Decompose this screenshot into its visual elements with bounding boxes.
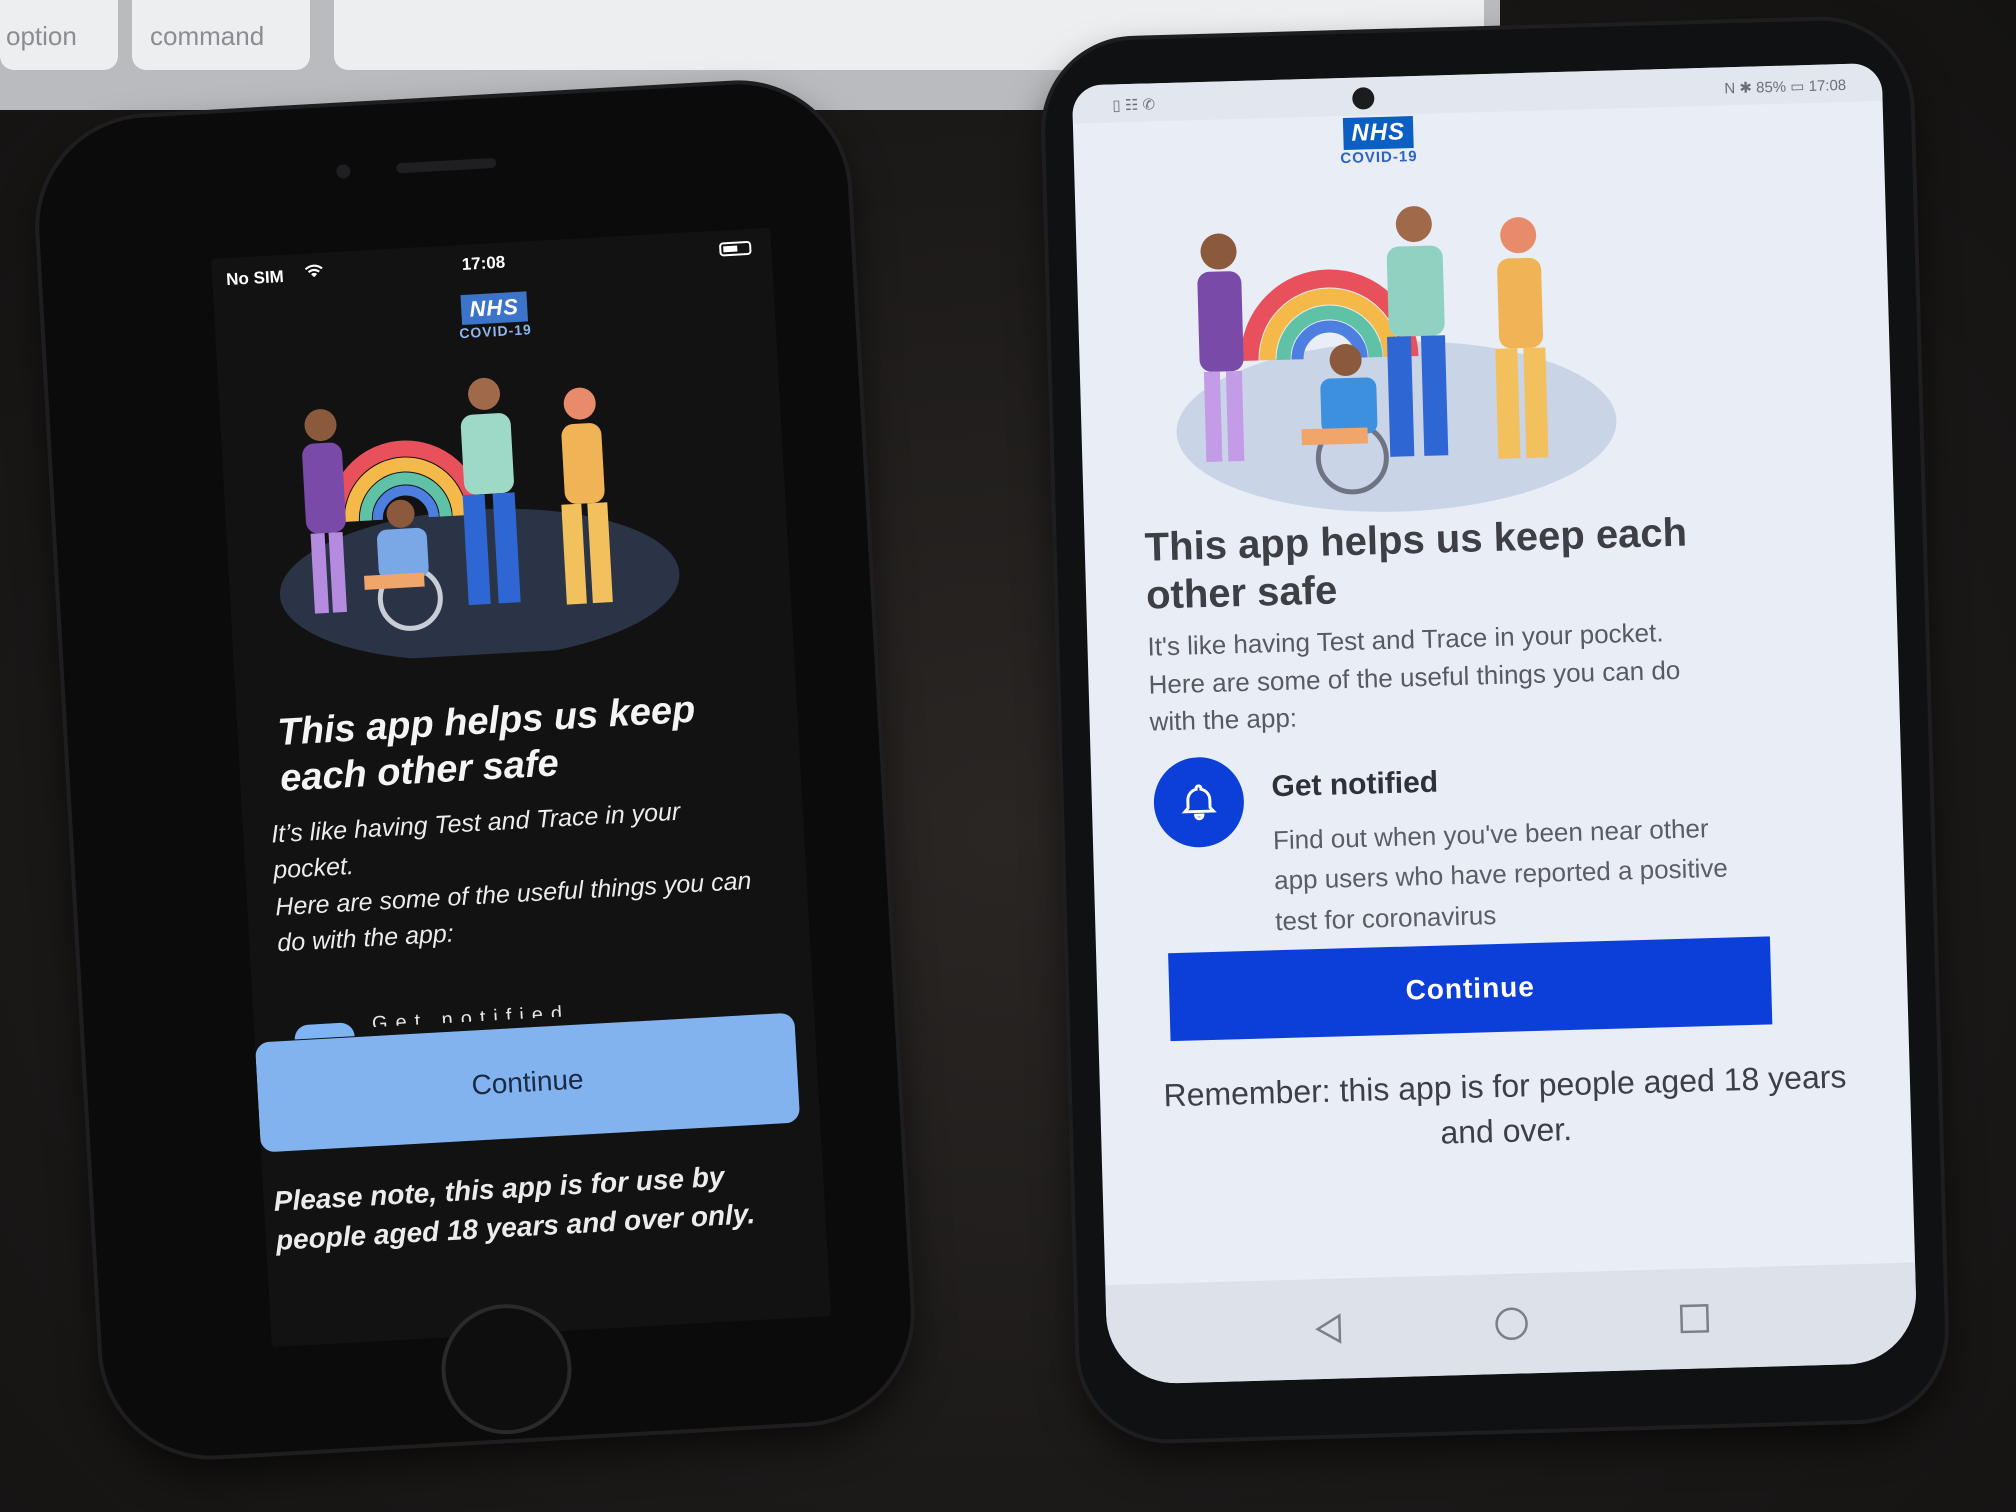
intro-text: It’s like having Test and Trace in your … (270, 790, 757, 962)
age-notice: Please note, this app is for use by peop… (272, 1160, 756, 1257)
android-device: ▯ ☷ ✆ N ✱ 85% ▭ 17:08 NHS COVID-19 This … (1042, 18, 1948, 1442)
nhs-covid-logo: NHS COVID-19 (1313, 115, 1444, 168)
home-circle-icon[interactable] (1491, 1303, 1532, 1344)
page-title: This app helps us keep each other safe (276, 688, 697, 800)
people-rainbow-illustration (1176, 206, 1617, 512)
android-screen: ▯ ☷ ✆ N ✱ 85% ▭ 17:08 NHS COVID-19 This … (1071, 62, 1918, 1386)
feature-description: Find out when you've been near other app… (1272, 813, 1729, 936)
punch-hole-camera (1352, 87, 1375, 110)
option-key: option (0, 0, 118, 70)
intro-text: It's like having Test and Trace in your … (1147, 617, 1681, 738)
recents-square-icon[interactable] (1674, 1298, 1715, 1339)
status-right-text: N ✱ 85% ▭ 17:08 (1724, 76, 1847, 98)
feature-title: Get notified (1271, 765, 1439, 804)
covid-19-label: COVID-19 (1340, 147, 1418, 168)
command-key: command (132, 0, 310, 70)
nhs-covid-logo: NHS COVID-19 (443, 290, 545, 342)
status-bar: No SIM 17:08 (211, 228, 772, 299)
feature-title-peek: Get notified (371, 1002, 571, 1028)
age-notice: Remember: this app is for people aged 18… (1163, 1058, 1847, 1151)
back-icon[interactable] (1308, 1308, 1349, 1349)
battery-icon (718, 240, 752, 257)
people-rainbow-illustration (279, 377, 680, 661)
covid-19-label: COVID-19 (458, 321, 533, 342)
status-left-icons: ▯ ☷ ✆ (1112, 96, 1156, 115)
front-camera (336, 164, 351, 179)
continue-button[interactable]: Continue (1168, 936, 1773, 1042)
status-bar: ▯ ☷ ✆ N ✱ 85% ▭ 17:08 (1071, 62, 1883, 124)
system-navigation-bar (1105, 1262, 1918, 1386)
carrier-label: No SIM (225, 266, 285, 290)
status-clock: 17:08 (461, 252, 506, 274)
bell-icon (1152, 756, 1246, 849)
wifi-icon (303, 263, 324, 285)
nhs-badge: NHS (1343, 116, 1414, 150)
page-title: This app helps us keep each other safe (1144, 510, 1688, 618)
earpiece (396, 157, 497, 174)
iphone-device: No SIM 17:08 NHS COVID-19 This app helps… (33, 78, 917, 1462)
intro-line-1: It’s like having Test and Trace in your … (270, 797, 681, 885)
nhs-badge: NHS (460, 291, 528, 326)
iphone-screen: No SIM 17:08 NHS COVID-19 This app helps… (211, 227, 832, 1348)
